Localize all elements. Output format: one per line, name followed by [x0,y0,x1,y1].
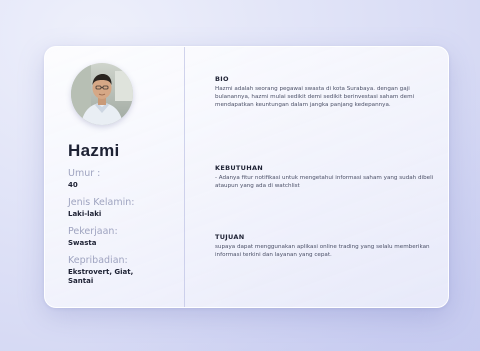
field-label: Umur : [68,168,101,179]
avatar-photo [71,63,133,125]
section-text: Hazmi adalah seorang pegawai swasta di k… [215,86,415,108]
field-age: Umur : 40 [68,168,184,190]
section-title: BIO [215,75,229,83]
persona-name: Hazmi [68,141,120,160]
field-value: Ekstrovert, Giat, Santai [68,268,134,285]
field-value: Swasta [68,239,97,247]
field-value: Laki-laki [68,210,102,218]
bio-section: BIO Hazmi adalah seorang pegawai swasta … [215,75,435,109]
section-title: TUJUAN [215,233,245,241]
section-title: KEBUTUHAN [215,164,264,172]
profile-panel: Hazmi Umur : 40 Jenis Kelamin: Laki-laki… [45,47,185,307]
field-personality: Kepribadian: Ekstrovert, Giat, Santai [68,255,184,286]
field-label: Pekerjaan: [68,226,118,237]
field-label: Kepribadian: [68,255,128,266]
field-label: Jenis Kelamin: [68,197,135,208]
kebutuhan-section: KEBUTUHAN - Adanya fitur notifikasi untu… [215,164,435,190]
details-panel: BIO Hazmi adalah seorang pegawai swasta … [185,47,448,307]
field-value: 40 [68,181,78,189]
section-text: - Adanya fitur notifikasi untuk mengetah… [215,175,434,189]
field-occupation: Pekerjaan: Swasta [68,226,184,248]
section-text: supaya dapat menggunakan aplikasi online… [215,244,430,258]
avatar [71,63,133,125]
field-gender: Jenis Kelamin: Laki-laki [68,197,184,219]
tujuan-section: TUJUAN supaya dapat menggunakan aplikasi… [215,233,435,259]
persona-card: Hazmi Umur : 40 Jenis Kelamin: Laki-laki… [44,46,449,308]
